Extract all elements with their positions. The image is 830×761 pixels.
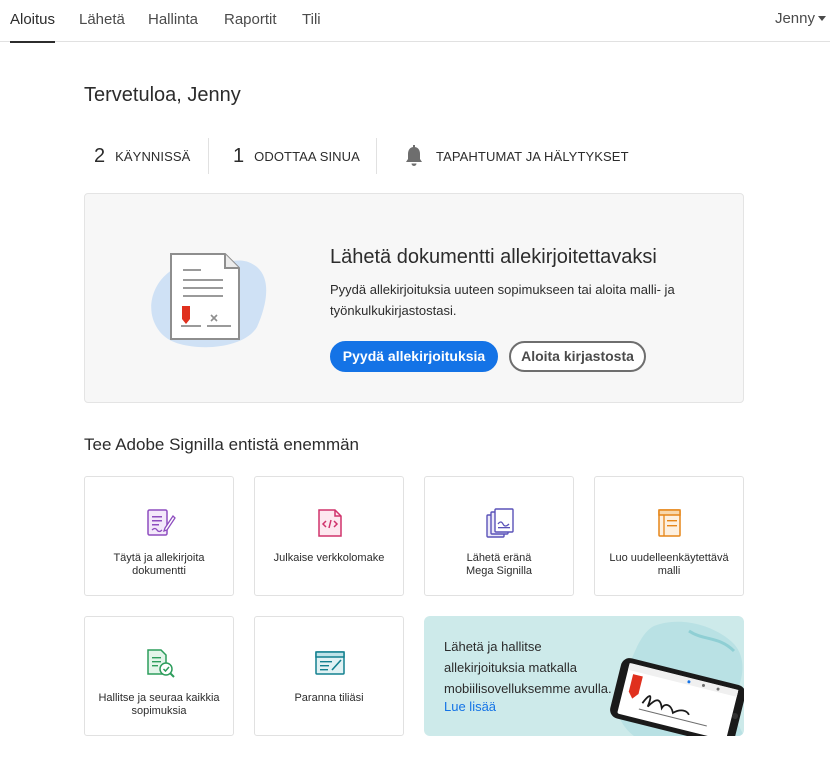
tile-label: Julkaise verkkolomake [273, 552, 385, 564]
tile-publish-web-form[interactable]: Julkaise verkkolomake [254, 476, 404, 596]
stat-waiting-for-you[interactable]: 1 ODOTTAA SINUA [233, 138, 360, 174]
bell-icon [406, 145, 422, 166]
tile-create-template[interactable]: Luo uudelleenkäytettävä malli [594, 476, 744, 596]
mobile-app-promo: Lähetä ja hallitse allekirjoituksia matk… [424, 616, 744, 736]
section-title: Tee Adobe Signilla entistä enemmän [84, 435, 360, 454]
stat-count: 1 [233, 144, 245, 167]
divider [376, 138, 377, 174]
fill-sign-icon [147, 509, 176, 536]
tile-label: Luo uudelleenkäytettävä malli [609, 552, 729, 577]
card-title: Lähetä dokumentti allekirjoitettavaksi [330, 246, 657, 268]
tile-label: Hallitse ja seuraa kaikkia sopimuksia [98, 692, 220, 717]
card-description: Pyydä allekirjoituksia uuteen sopimuksee… [330, 282, 675, 318]
tile-mega-sign[interactable]: Lähetä eränä Mega Signilla [424, 476, 574, 596]
tile-label: Lähetä eränä Mega Signilla [465, 552, 533, 577]
tile-fill-and-sign[interactable]: Täytä ja allekirjoita dokumentti [84, 476, 234, 596]
tile-label: Täytä ja allekirjoita dokumentti [113, 552, 205, 577]
stat-label: TAPAHTUMAT JA HÄLYTYKSET [436, 148, 629, 164]
document-illustration [151, 253, 267, 348]
tab-tili[interactable]: Tili [302, 0, 321, 42]
account-icon [315, 651, 345, 675]
chevron-down-icon [818, 16, 826, 21]
web-form-icon [318, 509, 342, 537]
request-signatures-button[interactable]: Pyydä allekirjoituksia [330, 341, 498, 372]
tab-hallinta[interactable]: Hallinta [148, 0, 198, 42]
user-menu[interactable]: Jenny [775, 0, 826, 42]
start-from-library-button[interactable]: Aloita kirjastosta [509, 341, 646, 372]
stat-events-alerts[interactable]: TAPAHTUMAT JA HÄLYTYKSET [404, 138, 629, 174]
user-name: Jenny [774, 10, 815, 27]
send-for-signature-card: Lähetä dokumentti allekirjoitettavaksi P… [84, 193, 744, 403]
mega-sign-icon [486, 508, 514, 538]
stat-label: KÄYNNISSÄ [115, 148, 191, 164]
tab-aloitus[interactable]: Aloitus [10, 0, 56, 43]
tab-raportit[interactable]: Raportit [224, 0, 277, 42]
learn-more-link[interactable]: Lue lisää [444, 699, 496, 714]
template-icon [658, 509, 681, 537]
stat-label: ODOTTAA SINUA [254, 148, 360, 164]
tab-laheta[interactable]: Lähetä [79, 0, 125, 42]
top-navigation: Aloitus Lähetä Hallinta Raportit Tili Je… [0, 0, 830, 43]
stat-in-progress[interactable]: 2 KÄYNNISSÄ [94, 138, 190, 174]
divider [208, 138, 209, 174]
stat-count: 2 [94, 144, 106, 167]
phone-illustration [610, 621, 744, 736]
track-agreements-icon [147, 649, 175, 678]
tile-label: Paranna tiliäsi [294, 692, 364, 704]
promo-text: Lähetä ja hallitse allekirjoituksia matk… [444, 639, 612, 696]
tile-track-agreements[interactable]: Hallitse ja seuraa kaikkia sopimuksia [84, 616, 234, 736]
tile-improve-account[interactable]: Paranna tiliäsi [254, 616, 404, 736]
page-title: Tervetuloa, Jenny [84, 84, 241, 106]
